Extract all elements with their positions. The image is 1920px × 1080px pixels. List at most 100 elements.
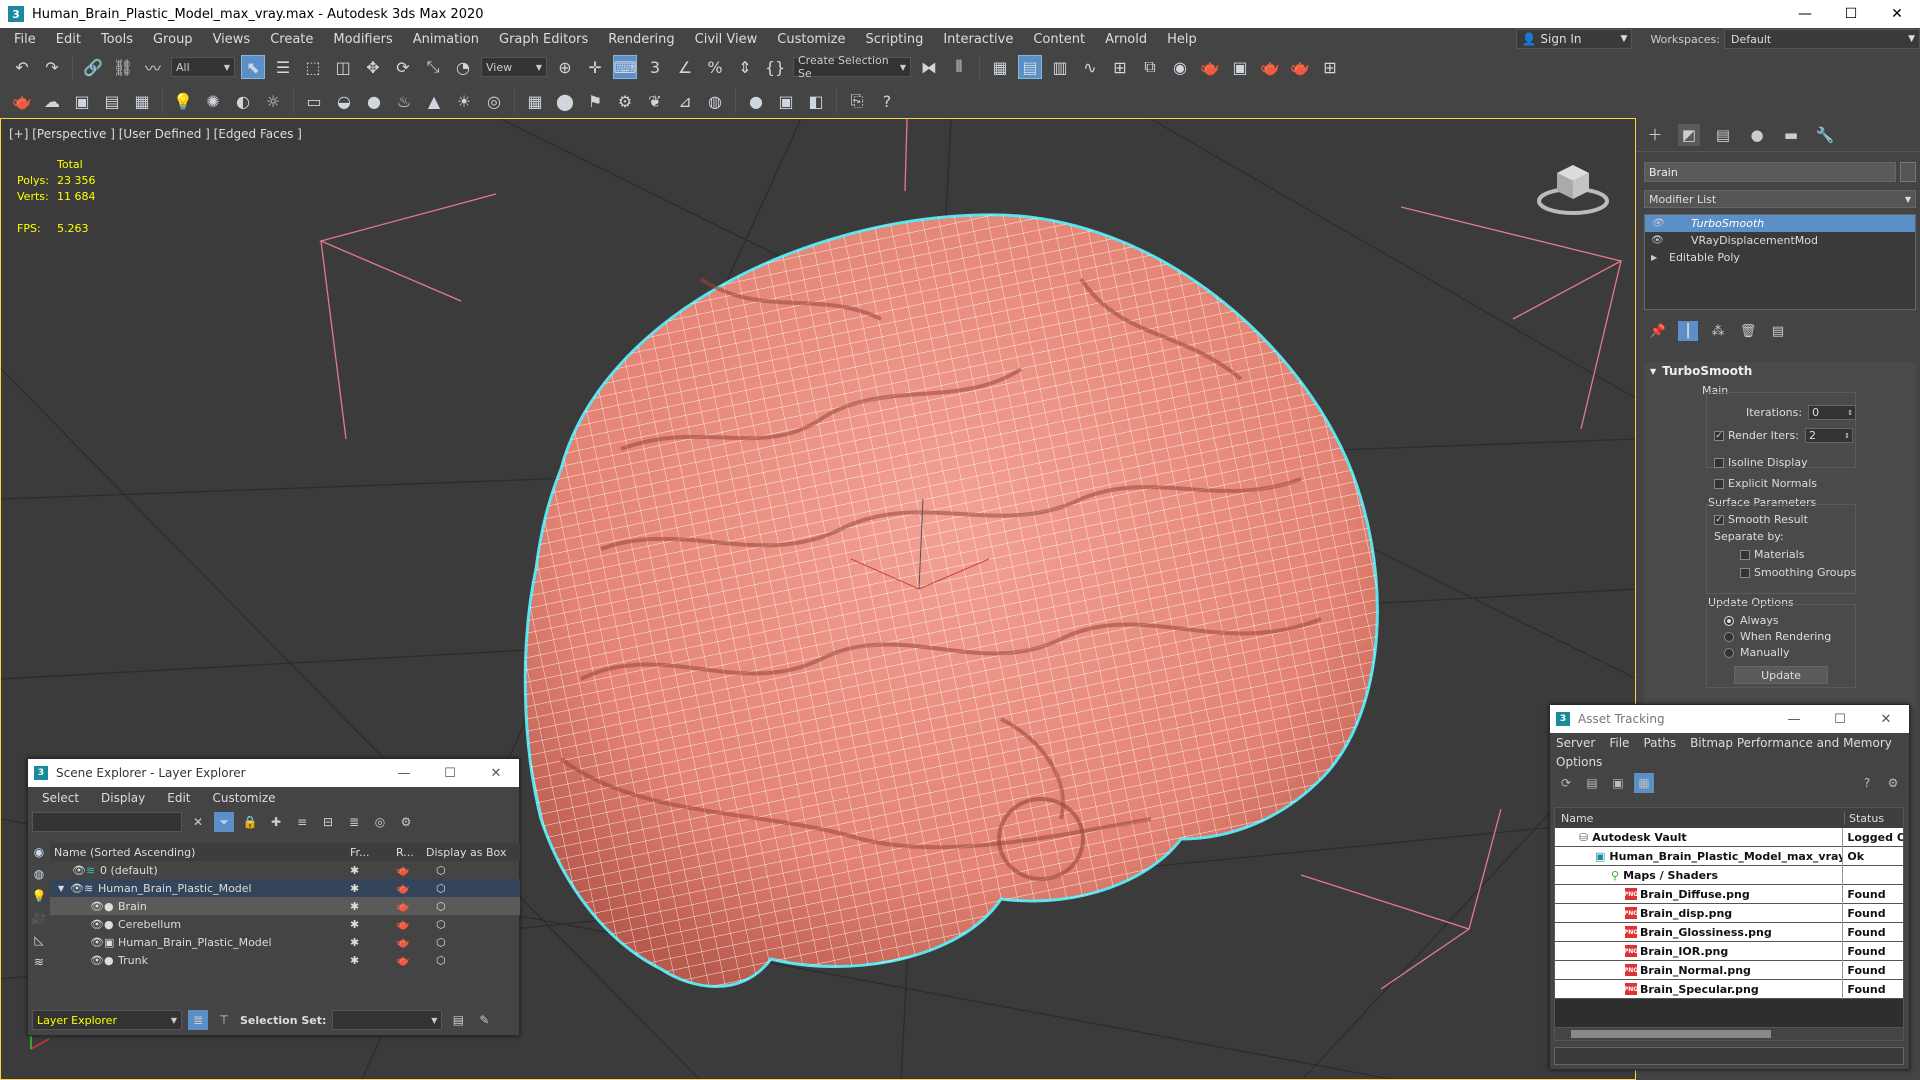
maximize-button[interactable]: ☐ bbox=[427, 759, 473, 787]
arnold-grid-icon[interactable]: ▦ bbox=[523, 89, 547, 113]
box-icon[interactable]: ⬡ bbox=[436, 936, 446, 949]
mirror-icon[interactable]: ⧓ bbox=[917, 55, 941, 79]
render-setup-icon[interactable]: 🫖 bbox=[1198, 55, 1222, 79]
arnold-plant-icon[interactable]: ❦ bbox=[643, 89, 667, 113]
viewcube[interactable] bbox=[1533, 151, 1613, 221]
redo-icon[interactable]: ↷ bbox=[40, 55, 64, 79]
display-geometry-icon[interactable]: ◍ bbox=[28, 863, 50, 885]
eye-icon[interactable]: 👁 bbox=[1651, 218, 1669, 229]
expand-arrow-icon[interactable]: ▼ bbox=[58, 884, 70, 893]
hierarchy-icon[interactable]: ⊤ bbox=[214, 1010, 234, 1030]
eye-icon[interactable]: 👁 bbox=[70, 882, 84, 895]
at-menu-paths[interactable]: Paths bbox=[1643, 736, 1676, 750]
column-name[interactable]: Name (Sorted Ascending) bbox=[50, 846, 350, 859]
menu-civil-view[interactable]: Civil View bbox=[685, 32, 768, 47]
bind-spacewarp-icon[interactable]: 〰 bbox=[141, 55, 165, 79]
render-iters-checkbox[interactable]: ✓ bbox=[1714, 430, 1724, 441]
iterations-spinner[interactable]: 0 ⇕ bbox=[1808, 405, 1857, 420]
isoline-checkbox[interactable] bbox=[1714, 457, 1724, 468]
display-lights-icon[interactable]: 💡 bbox=[28, 885, 50, 907]
render-production-icon[interactable]: 🫖 bbox=[1258, 55, 1282, 79]
menu-scripting[interactable]: Scripting bbox=[856, 32, 934, 47]
eye-icon[interactable]: 👁 bbox=[1651, 235, 1669, 246]
menu-views[interactable]: Views bbox=[203, 32, 261, 47]
menu-interactive[interactable]: Interactive bbox=[933, 32, 1023, 47]
create-tab-icon[interactable]: ＋ bbox=[1644, 124, 1666, 146]
table-row[interactable]: PNG Brain_Specular.png Found bbox=[1555, 979, 1903, 999]
table-row[interactable]: PNG Brain_disp.png Found bbox=[1555, 903, 1903, 923]
box-icon[interactable]: ⬡ bbox=[436, 864, 446, 877]
menu-animation[interactable]: Animation bbox=[403, 32, 489, 47]
table-row[interactable]: ▣Human_Brain_Plastic_Model_max_vray.max … bbox=[1555, 846, 1903, 866]
arnold-light-icon[interactable]: ⚑ bbox=[583, 89, 607, 113]
freeze-icon[interactable]: ✱ bbox=[350, 882, 396, 895]
box-icon[interactable]: ⬡ bbox=[436, 954, 446, 967]
freeze-icon[interactable]: ✱ bbox=[350, 954, 396, 967]
keyboard-shortcut-icon[interactable]: ⌨ bbox=[613, 55, 637, 79]
table-row[interactable]: 👁 ● Trunk ✱ 🫖 ⬡ bbox=[50, 951, 520, 969]
table-view-icon[interactable]: ▦ bbox=[1634, 773, 1654, 793]
close-button[interactable]: ✕ bbox=[1874, 0, 1920, 28]
refresh-icon[interactable]: ⟳ bbox=[1556, 773, 1576, 793]
workspace-dropdown[interactable]: Default ▼ bbox=[1724, 29, 1920, 49]
stack-item-editable-poly[interactable]: ▶ Editable Poly bbox=[1645, 249, 1915, 266]
sign-in-dropdown[interactable]: 👤 Sign In ▼ bbox=[1516, 29, 1633, 49]
window-crossing-icon[interactable]: ◫ bbox=[331, 55, 355, 79]
object-name-field[interactable]: Brain bbox=[1644, 162, 1896, 182]
object-color-swatch[interactable] bbox=[1900, 162, 1916, 182]
arnold-hf-icon[interactable]: ⊿ bbox=[673, 89, 697, 113]
render-cloud-icon[interactable]: ⊞ bbox=[1318, 55, 1342, 79]
snap-3d-icon[interactable]: 3 bbox=[643, 55, 667, 79]
display-helpers-icon[interactable]: ◺ bbox=[28, 929, 50, 951]
render-iterative-icon[interactable]: 🫖 bbox=[1288, 55, 1312, 79]
minimize-button[interactable]: — bbox=[1771, 705, 1817, 733]
box-icon[interactable]: ⬡ bbox=[436, 918, 446, 931]
menu-help[interactable]: Help bbox=[1157, 32, 1207, 47]
render-icon[interactable]: 🫖 bbox=[396, 882, 436, 895]
column-render[interactable]: R... bbox=[396, 846, 426, 859]
ref-coord-dropdown[interactable]: View ▼ bbox=[481, 57, 547, 77]
at-menu-server[interactable]: Server bbox=[1556, 736, 1595, 750]
table-row[interactable]: 👁 ● Cerebellum ✱ 🫖 ⬡ bbox=[50, 915, 520, 933]
list-view-icon[interactable]: ▤ bbox=[1582, 773, 1602, 793]
column-frozen[interactable]: Fr... bbox=[350, 846, 396, 859]
stack-item-turbosmooth[interactable]: 👁 TurboSmooth bbox=[1645, 215, 1915, 232]
render-iters-spinner[interactable]: 2 ⇕ bbox=[1804, 428, 1853, 443]
configure-sets-icon[interactable]: ▤ bbox=[1768, 321, 1788, 341]
align-icon[interactable]: ⫴ bbox=[947, 55, 971, 79]
layers-toggle-icon[interactable]: ≣ bbox=[188, 1010, 208, 1030]
hierarchy-tab-icon[interactable]: ▤ bbox=[1712, 124, 1734, 146]
edit-set-icon[interactable]: ✎ bbox=[474, 1010, 494, 1030]
at-menu-bitmap[interactable]: Bitmap Performance and Memory bbox=[1690, 736, 1892, 750]
layer-explorer-icon[interactable]: ▤ bbox=[1018, 55, 1042, 79]
brain-mesh[interactable] bbox=[523, 213, 1379, 988]
display-spacewarps-icon[interactable]: ≋ bbox=[28, 951, 50, 973]
curve-editor-icon[interactable]: ∿ bbox=[1078, 55, 1102, 79]
scrollbar-thumb[interactable] bbox=[1571, 1030, 1771, 1038]
selection-set-dropdown[interactable]: ▼ bbox=[332, 1010, 443, 1030]
smooth-result-checkbox[interactable]: ✓ bbox=[1714, 514, 1724, 525]
freeze-icon[interactable]: ✱ bbox=[350, 918, 396, 931]
table-row[interactable]: ▼ 👁 ≋ Human_Brain_Plastic_Model ✱ 🫖 ⬡ bbox=[50, 879, 520, 897]
vray-fur-icon[interactable]: ♨ bbox=[392, 89, 416, 113]
vray-light-lister-icon[interactable]: ▤ bbox=[100, 89, 124, 113]
column-display-as-box[interactable]: Display as Box bbox=[426, 846, 506, 859]
rect-selection-icon[interactable]: ⬚ bbox=[301, 55, 325, 79]
menu-group[interactable]: Group bbox=[143, 32, 203, 47]
table-row[interactable]: ⚲ Maps / Shaders bbox=[1555, 865, 1903, 885]
at-menu-file[interactable]: File bbox=[1609, 736, 1629, 750]
freeze-icon[interactable]: ✱ bbox=[350, 864, 396, 877]
pivot-icon[interactable]: ⊕ bbox=[553, 55, 577, 79]
vray-frame-buffer-icon[interactable]: ▣ bbox=[70, 89, 94, 113]
vray-sun-icon[interactable]: ☼ bbox=[261, 89, 285, 113]
se-menu-customize[interactable]: Customize bbox=[213, 791, 276, 805]
render-icon[interactable]: 🫖 bbox=[396, 900, 436, 913]
menu-file[interactable]: File bbox=[4, 32, 46, 47]
select-by-name-icon[interactable]: ☰ bbox=[271, 55, 295, 79]
remove-modifier-icon[interactable]: 🗑 bbox=[1738, 321, 1758, 341]
table-row[interactable]: PNG Brain_IOR.png Found bbox=[1555, 941, 1903, 961]
utilities-tab-icon[interactable]: 🔧 bbox=[1814, 124, 1836, 146]
angle-snap-icon[interactable]: ∠ bbox=[673, 55, 697, 79]
display-objects-icon[interactable]: ◉ bbox=[28, 841, 50, 863]
rendered-frame-icon[interactable]: ▣ bbox=[1228, 55, 1252, 79]
